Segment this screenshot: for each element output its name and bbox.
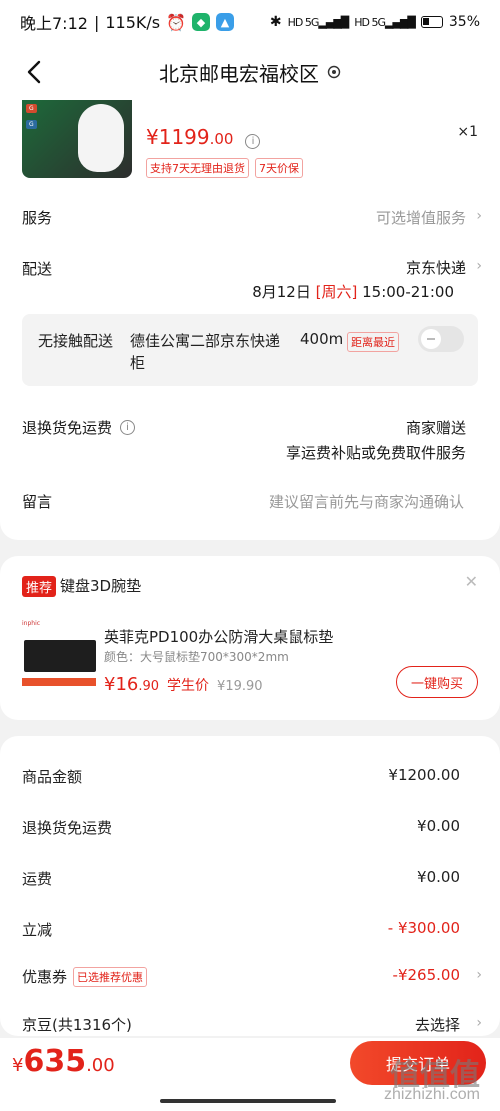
recommend-badge: 推荐 [22, 576, 57, 597]
battery-percent: 35% [448, 14, 480, 30]
summary-value: ¥1200.00 [388, 766, 460, 784]
home-indicator[interactable] [160, 1099, 336, 1103]
navbar: 北京邮电宏福校区 [0, 44, 500, 100]
image-label-decoration: G [26, 120, 37, 129]
summary-label: 运费 [22, 870, 53, 888]
one-click-buy-button[interactable]: 一键购买 [396, 666, 478, 698]
product-price: ¥1199.00 i [146, 125, 261, 149]
app-notification-icon: ▲ [216, 13, 235, 31]
total-price: ¥ 635 .00 [12, 1044, 115, 1079]
delivery-time[interactable]: 8月12日 [周六] 15:00-21:00 [252, 281, 454, 302]
back-button[interactable] [18, 56, 50, 88]
jingdou-label: 京豆(共1316个) [22, 1016, 132, 1034]
coupon-badge: 已选推荐优惠 [73, 966, 148, 987]
summary-label: 商品金额 [22, 768, 83, 786]
delivery-date: 8月12日 [252, 283, 311, 301]
jingdou-select[interactable]: 去选择 [415, 1014, 460, 1035]
service-label: 服务 [22, 209, 53, 227]
price-summary-card: 商品金额 ¥1200.00 退换货免运费 ¥0.00 运费 ¥0.00 立减 -… [0, 736, 500, 1036]
summary-label: 退换货免运费 [22, 819, 113, 837]
bluetooth-icon: ✱ [269, 14, 282, 30]
page-title[interactable]: 北京邮电宏福校区 [159, 58, 341, 87]
image-label-decoration: G [26, 104, 37, 113]
product-image[interactable]: G G [22, 100, 132, 178]
recommend-card: 推荐 键盘3D腕垫 ✕ inphic 英菲克PD100办公防滑大桌鼠标垫 颜色：… [0, 556, 500, 720]
chevron-right-icon[interactable]: › [476, 258, 482, 274]
recommend-product-name[interactable]: 英菲克PD100办公防滑大桌鼠标垫 [104, 626, 333, 647]
chevron-right-icon[interactable]: › [476, 967, 482, 983]
message-input[interactable]: 建议留言前先与商家沟通确认 [269, 491, 464, 512]
return-fee-text: 退换货免运费 [22, 419, 113, 437]
tag-price-protect: 7天价保 [255, 158, 303, 178]
product-quantity: ×1 [457, 124, 478, 140]
contactless-toggle[interactable] [418, 326, 464, 352]
delivery-weekday: [周六] [315, 283, 358, 301]
app-notification-icon: ◆ [192, 13, 211, 31]
status-bar: 晚上7:12 | 115K/s ⏰ ◆ ▲ ✱ HD 5G▂▄▆█ HD 5G▂… [0, 0, 500, 44]
recommend-title: 键盘3D腕垫 [60, 577, 142, 595]
alarm-icon: ⏰ [166, 12, 187, 32]
battery-icon [420, 16, 443, 28]
summary-value: - ¥300.00 [387, 919, 460, 937]
location-icon [327, 65, 341, 79]
student-price-label: 学生价 [167, 678, 210, 694]
info-icon[interactable]: i [245, 134, 261, 149]
contactless-distance: 400m [300, 330, 344, 348]
chevron-right-icon[interactable]: › [476, 208, 482, 224]
message-label: 留言 [22, 493, 53, 511]
delivery-carrier[interactable]: 京东快递 [406, 257, 466, 278]
summary-value: ¥0.00 [417, 868, 460, 886]
original-price: ¥19.90 [217, 679, 263, 694]
rec-price-int: ¥16 [104, 674, 139, 695]
mouse-product-shape [78, 104, 124, 172]
recommend-price: ¥16.90 学生价 ¥19.90 [104, 674, 263, 695]
nearest-badge: 距离最近 [347, 332, 399, 352]
delivery-label: 配送 [22, 260, 53, 278]
contactless-delivery-box: 无接触配送 德佳公寓二部京东快递柜 400m 距离最近 [22, 314, 478, 386]
toggle-knob [421, 329, 441, 349]
address-title: 北京邮电宏福校区 [159, 61, 319, 86]
return-fee-label: 退换货免运费 i [22, 417, 136, 438]
status-net-speed: 115K/s [105, 12, 161, 32]
summary-label: 立减 [22, 921, 53, 939]
tag-return: 支持7天无理由退货 [146, 158, 249, 178]
image-banner-decoration [22, 678, 96, 686]
status-divider: | [93, 12, 100, 32]
coupon-value[interactable]: -¥265.00 [393, 966, 460, 984]
return-fee-desc: 享运费补贴或免费取件服务 [285, 444, 466, 462]
recommend-product-spec: 颜色：大号鼠标垫700*300*2mm [104, 650, 289, 664]
watermark-url: zhizhizhi.com [383, 1086, 480, 1103]
chevron-right-icon[interactable]: › [476, 1015, 482, 1031]
price-integer: ¥1199 [146, 125, 210, 149]
service-value[interactable]: 可选增值服务 [376, 207, 466, 228]
total-decimal: .00 [86, 1055, 115, 1076]
product-tags: 支持7天无理由退货 7天价保 [146, 158, 303, 178]
order-card: G G ¥1199.00 i ×1 支持7天无理由退货 7天价保 服务 可选增值… [0, 100, 500, 540]
info-icon[interactable]: i [120, 420, 136, 435]
summary-value: ¥0.00 [417, 817, 460, 835]
return-fee-value: 商家赠送 [405, 419, 466, 437]
brand-mark-decoration: inphic [22, 620, 41, 627]
delivery-window: 15:00-21:00 [362, 283, 454, 301]
contactless-location: 德佳公寓二部京东快递柜 [130, 332, 281, 372]
status-time: 晚上7:12 [20, 14, 88, 33]
signal-icon: HD 5G▂▄▆█ [287, 15, 350, 29]
price-decimal: .00 [209, 130, 234, 148]
close-icon[interactable]: ✕ [465, 572, 478, 591]
total-integer: 635 [23, 1044, 87, 1079]
recommend-product-image[interactable]: inphic [22, 618, 96, 688]
currency-symbol: ¥ [12, 1055, 24, 1076]
back-arrow-icon [27, 60, 41, 84]
coupon-label: 优惠券 已选推荐优惠 [22, 966, 148, 987]
signal-icon: HD 5G▂▄▆█ [354, 15, 416, 29]
rec-price-dec: .90 [138, 679, 160, 694]
mousepad-shape [24, 640, 96, 672]
contactless-label: 无接触配送 [38, 332, 114, 350]
